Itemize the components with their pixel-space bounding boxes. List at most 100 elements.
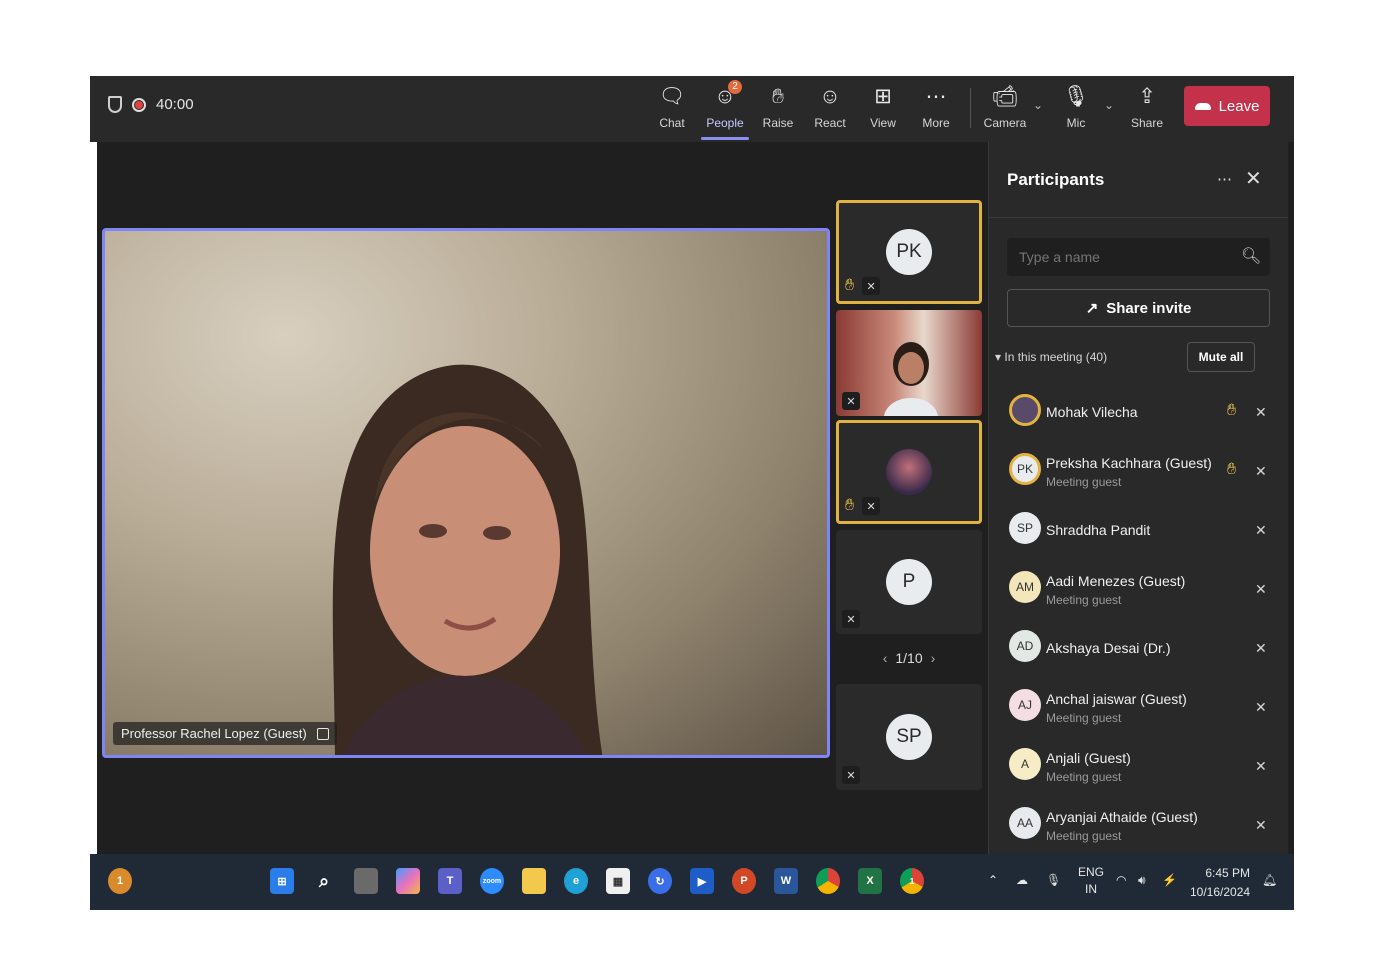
cloud-icon[interactable]: ☁ <box>1016 872 1028 889</box>
react-button[interactable]: ☺ React <box>805 82 855 138</box>
phone-icon <box>1194 102 1211 110</box>
close-icon[interactable]: ✕ <box>1245 166 1262 191</box>
chat-icon: 🗨︎ <box>658 85 686 108</box>
mic-off-icon[interactable]: ✕ <box>1255 404 1267 421</box>
participant-role: Meeting guest <box>1046 475 1122 489</box>
excel-icon[interactable]: X <box>858 868 882 894</box>
widgets-icon[interactable]: 1 <box>108 868 132 894</box>
share-invite-button[interactable]: ↗ Share invite <box>1007 289 1270 327</box>
participant-row[interactable]: SP Shraddha Pandit ✕ <box>1005 500 1285 559</box>
file-explorer-icon[interactable] <box>522 868 546 894</box>
window-edge <box>90 142 97 910</box>
system-clock[interactable]: 6:45 PM 10/16/2024 <box>1190 864 1250 902</box>
video-tile-p[interactable]: P ✕ <box>836 530 982 634</box>
copilot-icon[interactable] <box>396 868 420 894</box>
windows-taskbar: 1 ⊞ ⌕ T zoom e ▦ ↻ ▶ P W X 1 ⌃ ☁ 🎙︎ ENG … <box>90 854 1294 910</box>
mic-off-icon[interactable]: ✕ <box>1255 581 1267 598</box>
raise-hand-button[interactable]: ✋︎ Raise <box>753 82 803 138</box>
main-video[interactable]: Professor Rachel Lopez (Guest) <box>102 228 830 758</box>
participant-row[interactable]: AD Akshaya Desai (Dr.) ✕ <box>1005 618 1285 677</box>
people-label: People <box>706 116 744 130</box>
mic-off-icon[interactable]: ✕ <box>1255 522 1267 539</box>
microphone-icon[interactable]: 🎙︎ <box>1046 872 1061 889</box>
tile-avatar: P <box>886 559 932 605</box>
chevron-left-icon[interactable]: ‹ <box>883 650 888 666</box>
windows-start-icon[interactable]: ⊞ <box>270 868 294 894</box>
participant-row[interactable]: PK Preksha Kachhara (Guest) Meeting guest ✋… <box>1005 441 1285 500</box>
view-button[interactable]: ⊞ View <box>858 82 908 138</box>
participant-row[interactable]: Mohak Vilecha ✋︎ ✕ <box>1005 382 1285 441</box>
chrome-profile-icon[interactable]: 1 <box>900 868 924 894</box>
share-invite-icon: ↗ <box>1085 300 1099 317</box>
show-hidden-icons-chevron-icon[interactable]: ⌃ <box>988 872 998 889</box>
language-code: ENG <box>1078 865 1105 879</box>
battery-icon[interactable]: ⚡ <box>1162 872 1177 889</box>
participant-avatar <box>1009 394 1041 426</box>
share-button[interactable]: ⇪ Share <box>1122 82 1172 138</box>
volume-icon[interactable]: 🔊︎ <box>1138 872 1146 889</box>
smile-icon: ☺ <box>819 85 841 108</box>
camera-button[interactable]: 📹︎ Camera <box>980 82 1030 138</box>
edge-icon[interactable]: e <box>564 868 588 894</box>
powerpoint-icon[interactable]: P <box>732 868 756 894</box>
video-tile-camera[interactable]: ✕ <box>836 310 982 416</box>
video-tile-mohak[interactable]: ✋︎ ✕ <box>836 420 982 524</box>
mic-off-icon[interactable]: ✕ <box>1255 758 1267 775</box>
search-icon[interactable]: ⌕ <box>312 868 336 894</box>
chrome-icon[interactable] <box>816 868 840 894</box>
in-meeting-section[interactable]: ▾ In this meeting (40) <box>995 350 1107 364</box>
share-label: Share <box>1130 116 1164 130</box>
mic-button[interactable]: 🎙︎ Mic <box>1051 82 1101 138</box>
language-indicator[interactable]: ENG IN <box>1078 864 1104 898</box>
mic-off-icon: ✕ <box>842 610 860 628</box>
chat-label: Chat <box>659 116 685 130</box>
mic-off-icon[interactable]: ✕ <box>1255 640 1267 657</box>
mic-options-chevron-icon[interactable]: ⌄ <box>1104 98 1114 112</box>
notification-bell-icon[interactable]: 🔔︎ <box>1262 872 1277 889</box>
mic-off-icon[interactable]: ✕ <box>1255 817 1267 834</box>
participant-list: Mohak Vilecha ✋︎ ✕ PK Preksha Kachhara (Gues… <box>1005 382 1285 854</box>
teams-window: 40:00 🗨︎ Chat ☺︎ 2 People ✋︎ Raise ☺ Reac… <box>90 76 1294 910</box>
raise-label: Raise <box>762 116 794 130</box>
leave-button[interactable]: Leave <box>1184 86 1270 126</box>
store-icon[interactable]: ▦ <box>606 868 630 894</box>
mic-off-icon[interactable]: ✕ <box>1255 699 1267 716</box>
more-label: More <box>922 116 950 130</box>
camera-off-icon: 📹︎ <box>991 85 1019 108</box>
teams-icon[interactable]: T <box>438 868 462 894</box>
task-view-icon[interactable] <box>354 868 378 894</box>
mic-off-icon[interactable]: ✕ <box>1255 463 1267 480</box>
chevron-right-icon[interactable]: › <box>931 650 936 666</box>
chrome-badge: 1 <box>909 876 915 886</box>
sync-app-icon[interactable]: ↻ <box>648 868 672 894</box>
mic-label: Mic <box>1066 116 1086 130</box>
panel-title: Participants <box>1007 170 1105 189</box>
region-code: IN <box>1085 882 1097 896</box>
word-icon[interactable]: W <box>774 868 798 894</box>
zoom-icon[interactable]: zoom <box>480 868 504 894</box>
pin-icon[interactable] <box>316 727 329 740</box>
camera-options-chevron-icon[interactable]: ⌄ <box>1033 98 1043 112</box>
participant-row[interactable]: AA Aryanjai Athaide (Guest) Meeting guest ✕ <box>1005 795 1285 854</box>
mute-all-button[interactable]: Mute all <box>1187 342 1255 372</box>
participant-avatar: SP <box>1009 512 1041 544</box>
video-tile-pk[interactable]: PK ✋︎ ✕ <box>836 200 982 304</box>
more-options-icon[interactable]: ⋯ <box>1217 170 1232 188</box>
video-app-icon[interactable]: ▶ <box>690 868 714 894</box>
people-button[interactable]: ☺︎ 2 People <box>700 80 750 140</box>
clock-date: 10/16/2024 <box>1190 885 1251 899</box>
more-button[interactable]: ⋯ More <box>911 82 961 138</box>
chat-button[interactable]: 🗨︎ Chat <box>647 82 697 138</box>
participant-name: Anjali (Guest) <box>1046 750 1131 766</box>
participant-row[interactable]: AM Aadi Menezes (Guest) Meeting guest ✕ <box>1005 559 1285 618</box>
search-icon[interactable]: 🔍︎ <box>1241 246 1261 266</box>
video-tile-sp[interactable]: SP ✕ <box>836 684 982 790</box>
raised-hand-icon: ✋︎ <box>1227 461 1237 478</box>
mic-off-icon: ✕ <box>862 277 881 295</box>
participant-row[interactable]: A Anjali (Guest) Meeting guest ✕ <box>1005 736 1285 795</box>
participant-role: Meeting guest <box>1046 770 1122 784</box>
participant-row[interactable]: AJ Anchal jaiswar (Guest) Meeting guest ✕ <box>1005 677 1285 736</box>
participant-search-input[interactable] <box>1007 238 1270 276</box>
wifi-icon[interactable]: ◠ <box>1116 872 1126 889</box>
raised-hand-icon: ✋︎ <box>1227 402 1237 419</box>
